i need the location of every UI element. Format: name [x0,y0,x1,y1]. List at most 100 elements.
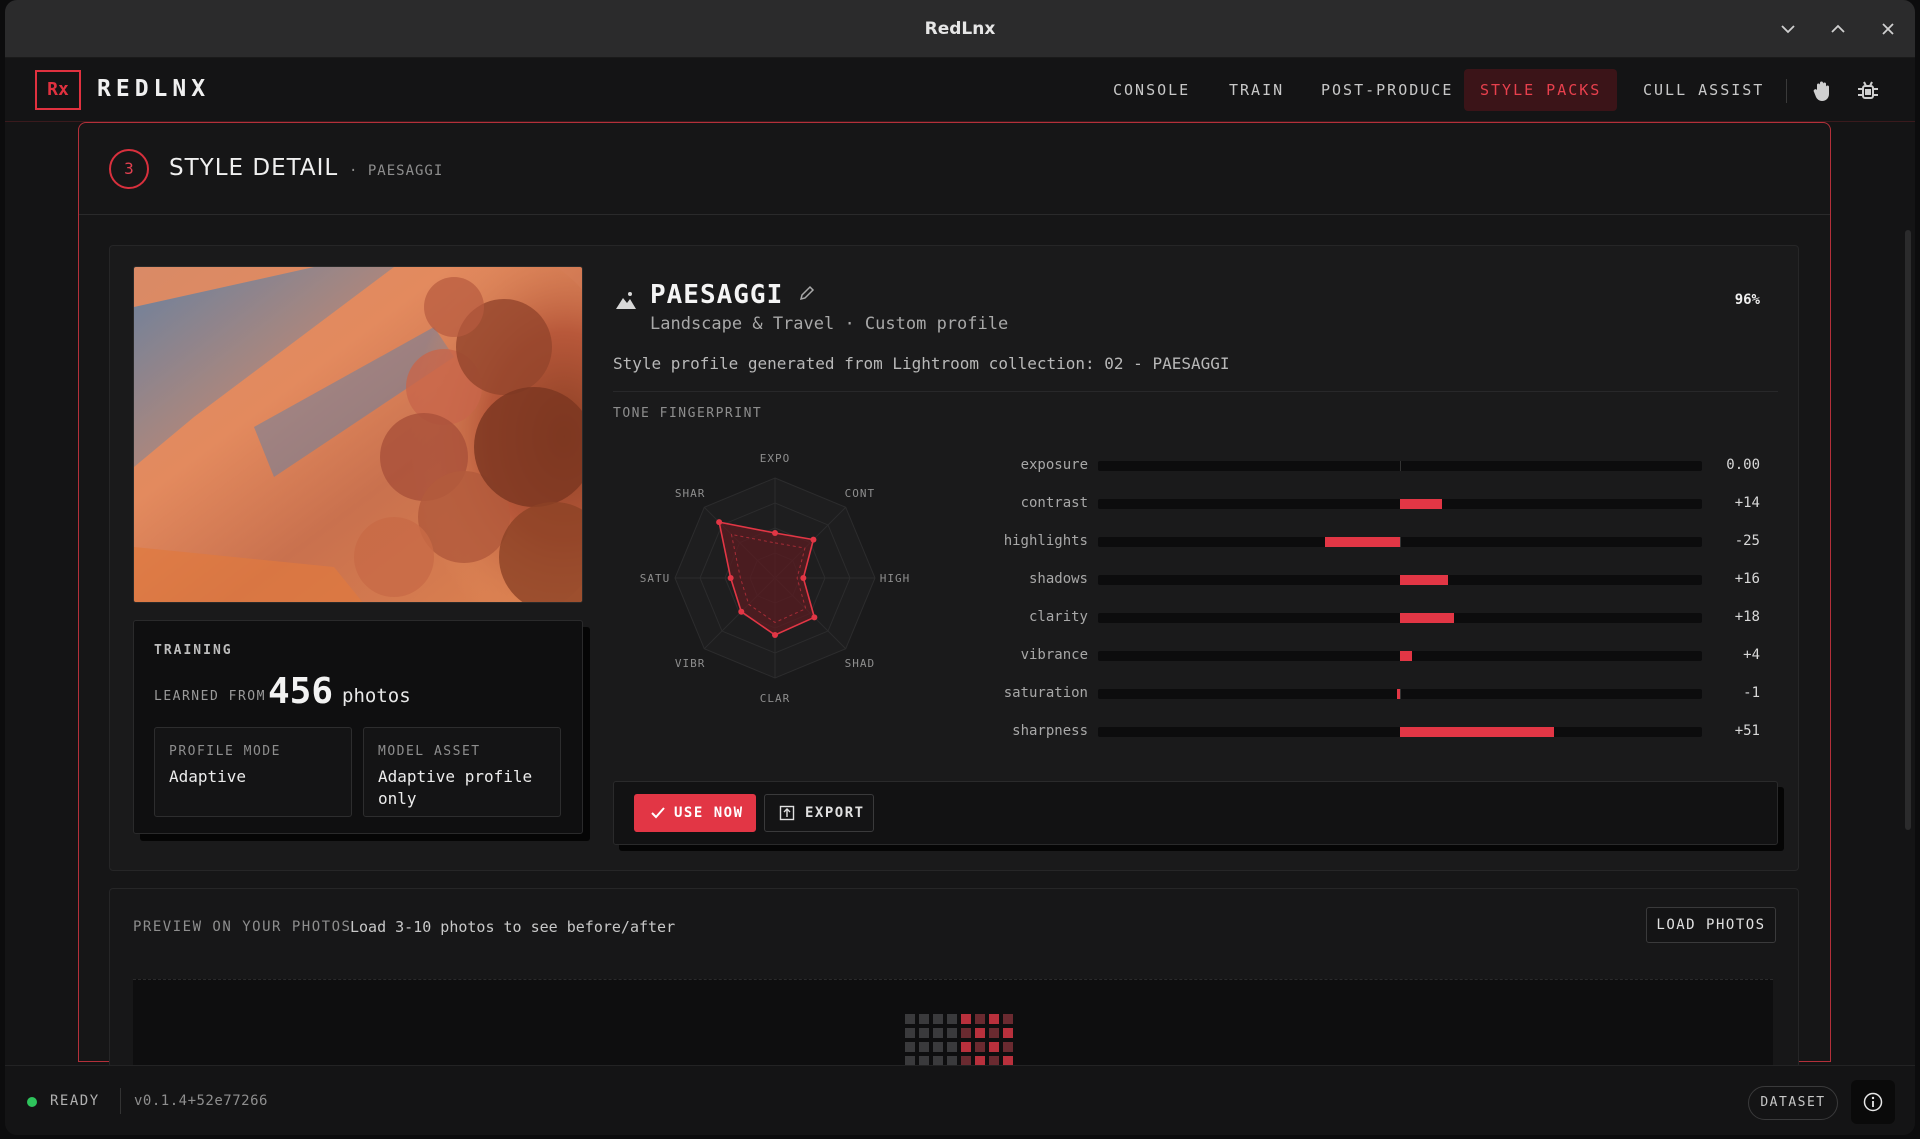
grid-cell [989,1042,999,1052]
tone-slider-row: sharpness +51 [980,722,1760,742]
training-panel: TRAINING LEARNED FROM 456 photos PROFILE… [133,620,583,834]
dataset-button[interactable]: DATASET [1748,1086,1838,1120]
slider-value: +16 [1734,571,1760,587]
preview-hint: Load 3-10 photos to see before/after [350,918,676,936]
close-icon[interactable] [1873,14,1903,44]
nav-cull-assist[interactable]: CULL ASSIST [1627,69,1780,111]
pencil-icon[interactable] [798,284,816,302]
hand-icon[interactable] [1810,78,1836,104]
profile-description: Style profile generated from Lightroom c… [613,354,1230,373]
use-now-label: USE NOW [674,805,744,821]
use-now-button[interactable]: USE NOW [634,794,756,832]
nav-train[interactable]: TRAIN [1213,69,1300,111]
grid-cell [975,1014,985,1024]
grid-cell [989,1014,999,1024]
grid-cell [975,1028,985,1038]
radar-axis-label: SHAD [845,657,876,670]
radar-point [727,575,734,581]
slider-name: exposure [1020,457,1088,473]
step-badge: 3 [109,149,149,189]
photo-grid-icon [905,1014,1013,1066]
photo-dropzone[interactable] [133,979,1773,1079]
grid-cell [933,1014,943,1024]
profile-mode-value: Adaptive [169,767,247,786]
export-button[interactable]: EXPORT [764,794,874,832]
export-icon [779,805,795,821]
grid-cell [947,1028,957,1038]
tone-slider-row: highlights -25 [980,532,1760,552]
slider-fill [1400,613,1455,623]
grid-cell [919,1042,929,1052]
learned-from-label: LEARNED FROM [154,689,266,704]
nav-post-produce[interactable]: POST-PRODUCE [1305,69,1469,111]
photo-count: 456 [268,671,334,712]
mountain-icon [616,292,636,309]
divider [613,391,1778,392]
radar-point [738,608,745,615]
nav-style-packs[interactable]: STYLE PACKS [1464,69,1618,111]
slider-value: 0.00 [1726,457,1760,473]
photo-count-unit: photos [342,685,411,707]
export-label: EXPORT [805,805,865,821]
grid-cell [905,1042,915,1052]
slider-name: vibrance [1020,647,1088,663]
radar-point [800,575,807,581]
slider-fill [1324,537,1400,547]
slider-track [1098,651,1702,661]
slider-center [1400,537,1401,547]
training-label: TRAINING [154,643,233,658]
grid-cell [919,1014,929,1024]
info-button[interactable] [1851,1080,1895,1124]
tone-sliders: exposure 0.00 contrast +14 highlights -25 shad… [980,456,1800,756]
style-detail-panel: 3 STYLE DETAIL · PAESAGGI TRAINING LEARN… [78,122,1831,1079]
panel-title: STYLE DETAIL [169,155,339,181]
slider-center [1400,689,1401,699]
status-text: READY [50,1093,100,1109]
profile-name: PAESAGGI [650,280,784,310]
slider-value: +18 [1734,609,1760,625]
tone-radar-chart: EXPO CONT HIGH SHAD CLAR VIBR SATU SHAR [640,452,910,705]
slider-name: saturation [1003,685,1088,701]
grid-cell [905,1028,915,1038]
match-percent: 96% [1734,292,1760,308]
radar-axis-label: EXPO [760,452,791,465]
model-asset-box: MODEL ASSET Adaptive profile only [363,727,561,817]
grid-cell [989,1028,999,1038]
radar-point [811,614,818,621]
preview-section: PREVIEW ON YOUR PHOTOS Load 3-10 photos … [109,888,1799,1079]
slider-center [1400,461,1401,471]
tone-slider-row: contrast +14 [980,494,1760,514]
slider-track [1098,575,1702,585]
load-photos-button[interactable]: LOAD PHOTOS [1646,907,1776,943]
slider-value: -25 [1734,533,1760,549]
action-bar: USE NOW EXPORT [613,781,1778,845]
grid-cell [1003,1028,1013,1038]
minimize-icon[interactable] [1773,14,1803,44]
logo[interactable]: Rx [35,70,81,110]
radar-point [772,632,778,638]
nav-console[interactable]: CONSOLE [1097,69,1206,111]
slider-value: +4 [1743,647,1760,663]
window-title: RedLnx [924,19,996,39]
radar-point [716,519,723,526]
grid-cell [933,1042,943,1052]
slider-track [1098,613,1702,623]
app-nav: Rx REDLNX CONSOLE TRAIN POST-PRODUCE STY… [5,58,1915,122]
scrollbar[interactable] [1905,230,1911,830]
tone-slider-row: vibrance +4 [980,646,1760,666]
slider-track [1098,537,1702,547]
brand-name: REDLNX [97,76,211,102]
bug-icon[interactable] [1855,78,1881,104]
grid-cell [975,1042,985,1052]
radar-point [772,530,778,536]
radar-point [810,536,817,543]
slider-fill [1400,651,1413,661]
grid-cell [961,1042,971,1052]
slider-track [1098,499,1702,509]
grid-cell [947,1014,957,1024]
profile-mode-box: PROFILE MODE Adaptive [154,727,352,817]
panel-breadcrumb: · PAESAGGI [349,163,444,179]
tone-fingerprint-label: TONE FINGERPRINT [613,406,763,421]
slider-value: +14 [1734,495,1760,511]
maximize-icon[interactable] [1823,14,1853,44]
